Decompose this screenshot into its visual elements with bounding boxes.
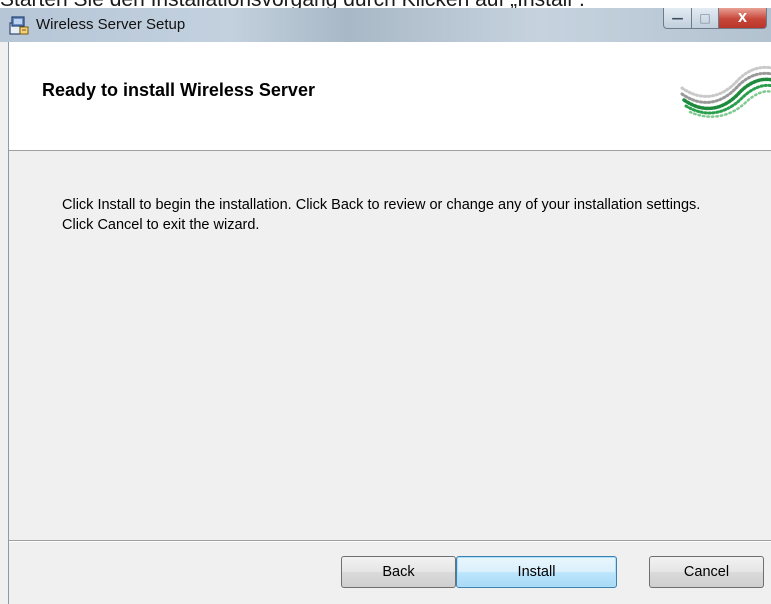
- install-instructions: Click Install to begin the installation.…: [62, 197, 701, 233]
- window-controls: — □ X: [663, 8, 767, 30]
- back-button[interactable]: Back: [341, 556, 456, 588]
- setup-window: Wireless Server Setup — □ X Ready to ins…: [0, 8, 771, 604]
- cancel-button[interactable]: Cancel: [649, 556, 764, 588]
- close-button[interactable]: X: [719, 8, 767, 29]
- install-button[interactable]: Install: [456, 556, 617, 588]
- green-wave-logo: [680, 65, 771, 118]
- maximize-button[interactable]: □: [692, 8, 719, 29]
- window-title: Wireless Server Setup: [36, 16, 186, 33]
- wizard-client-area: Ready to install Wireless Server Click I…: [8, 42, 771, 604]
- title-bar[interactable]: Wireless Server Setup — □ X: [0, 8, 771, 42]
- installer-icon: [9, 16, 29, 35]
- page-title: Ready to install Wireless Server: [42, 80, 315, 100]
- footer-divider: [9, 540, 771, 542]
- wizard-header: Ready to install Wireless Server: [9, 42, 771, 151]
- minimize-button[interactable]: —: [663, 8, 692, 29]
